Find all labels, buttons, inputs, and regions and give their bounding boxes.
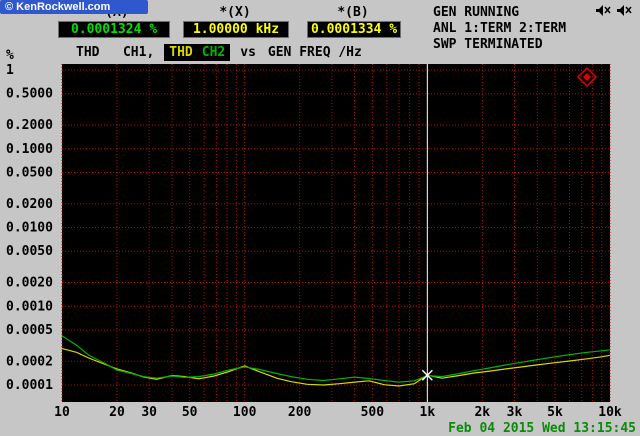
legend-prefix: THD CH1, xyxy=(76,45,155,60)
x-tick-label: 100 xyxy=(233,405,257,420)
y-tick-label: 0.1000 xyxy=(6,142,53,157)
y-tick-label: 0.0100 xyxy=(6,221,53,236)
y-tick-label: 0.0200 xyxy=(6,197,53,212)
plot-area xyxy=(62,64,610,402)
x-tick-label: 5k xyxy=(547,405,563,420)
status-icons xyxy=(596,5,632,16)
x-tick-label: 10 xyxy=(54,405,70,420)
chart-legend: THD CH1, THD CH2 vs GEN FREQ /Hz xyxy=(76,44,362,61)
thd-vs-frequency-chart: 10 20 30 50 100 200 500 1k 2k 3k 5k 10k 1 0.5000 0.200… xyxy=(6,63,622,420)
y-tick-label: 0.0010 xyxy=(6,299,53,314)
y-axis-unit: % xyxy=(6,48,14,63)
readout-x-value: 1.00000 kHz xyxy=(183,21,289,38)
y-tick-label: 0.0500 xyxy=(6,165,53,180)
swp-status: SWP TERMINATED xyxy=(433,37,543,52)
x-tick-label: 3k xyxy=(507,405,523,420)
y-tick-label: 0.0002 xyxy=(6,354,53,369)
readout-a-value: 0.0001324 % xyxy=(58,21,170,38)
status-block: GEN RUNNING ANL 1:TERM 2:TERM SWP TERMIN… xyxy=(433,5,566,53)
x-tick-label: 30 xyxy=(141,405,157,420)
x-tick-label: 10k xyxy=(598,405,622,420)
muted-speaker-icon xyxy=(596,5,611,16)
analyzer-screen: 10 20 30 50 100 200 500 1k 2k 3k 5k 10k 1 0.5000 0.200… xyxy=(0,0,640,436)
anl-status: ANL 1:TERM 2:TERM xyxy=(433,21,567,36)
legend-x-axis-label: GEN FREQ /Hz xyxy=(267,45,362,60)
y-tick-label: 0.5000 xyxy=(6,87,53,102)
datetime: Feb 04 2015 Wed 13:15:45 xyxy=(448,421,636,436)
y-tick-label: 0.0005 xyxy=(6,323,53,338)
y-tick-label: 1 xyxy=(6,63,14,78)
x-tick-label: 200 xyxy=(288,405,312,420)
y-tick-label: 0.0020 xyxy=(6,276,53,291)
legend-thd-ch2-ch2: CH2 xyxy=(201,45,226,60)
y-tick-label: 0.0001 xyxy=(6,378,53,393)
gen-status: GEN RUNNING xyxy=(433,5,520,20)
readout-x-label: *(X) xyxy=(219,5,251,20)
x-tick-label: 20 xyxy=(109,405,125,420)
x-tick-label: 2k xyxy=(474,405,490,420)
legend-vs: vs xyxy=(240,45,256,60)
readout-b-value: 0.0001334 % xyxy=(307,21,401,38)
x-tick-label: 500 xyxy=(361,405,385,420)
readout-b-label: *(B) xyxy=(337,5,369,20)
x-tick-label: 50 xyxy=(182,405,198,420)
y-tick-label: 0.0050 xyxy=(6,244,53,259)
y-tick-label: 0.2000 xyxy=(6,118,53,133)
chart-plot: 10 20 30 50 100 200 500 1k 2k 3k 5k 10k 1 0.5000 0.200… xyxy=(6,63,622,420)
watermark: © KenRockwell.com xyxy=(0,0,148,14)
legend-chip: THD CH2 xyxy=(164,44,231,61)
muted-speaker-icon xyxy=(617,5,632,16)
x-tick-label: 1k xyxy=(420,405,436,420)
legend-thd-ch2-thd: THD xyxy=(169,45,193,60)
